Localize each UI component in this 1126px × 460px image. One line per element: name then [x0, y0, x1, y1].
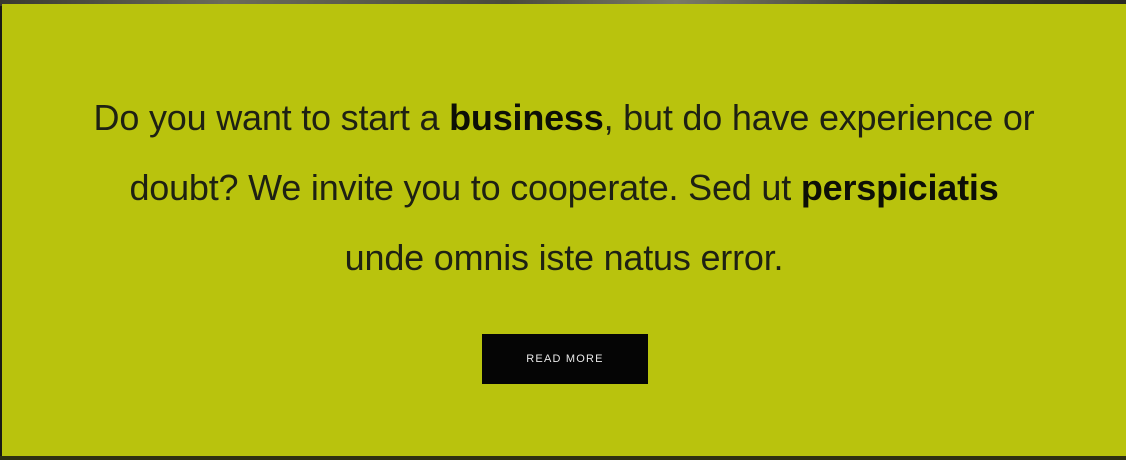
read-more-button[interactable]: READ MORE [482, 334, 648, 384]
headline-emphasis: business [449, 97, 604, 138]
headline-text: doubt? We invite you to cooperate. Sed u… [129, 167, 801, 208]
hero-section: Do you want to start a business, but do … [2, 4, 1126, 456]
headline-emphasis: perspiciatis [800, 167, 999, 208]
section-divider [0, 456, 1126, 460]
headline-text: Do you want to start a [93, 97, 450, 138]
headline-line-3: unde omnis iste natus error. [42, 223, 1086, 293]
headline-line-1: Do you want to start a business, but do … [42, 83, 1086, 153]
headline-line-2: doubt? We invite you to cooperate. Sed u… [42, 153, 1086, 223]
headline-text: , but do have experience or [603, 97, 1035, 138]
hero-headline: Do you want to start a business, but do … [42, 83, 1086, 293]
headline-text: unde omnis iste natus error. [344, 237, 784, 278]
